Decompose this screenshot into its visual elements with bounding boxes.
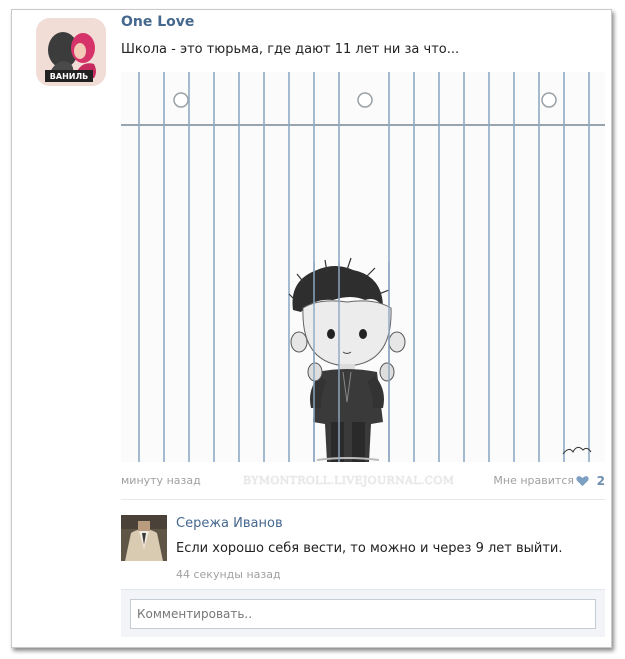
avatar-caption: ВАНИЛЬ — [50, 72, 88, 81]
post-time[interactable]: минуту назад — [121, 474, 201, 487]
comment-text: Если хорошо себя вести, то можно и через… — [176, 541, 563, 556]
like-count: 2 — [596, 474, 605, 488]
avatar-image — [121, 515, 167, 561]
post-author-name[interactable]: One Love — [121, 14, 194, 30]
comment-time[interactable]: 44 секунды назад — [176, 568, 281, 581]
heart-icon[interactable] — [576, 475, 589, 487]
author-avatar[interactable]: ВАНИЛЬ — [36, 18, 106, 86]
divider — [121, 499, 605, 500]
watermark: BYMONTROLL.LIVEJOURNAL.COM — [243, 474, 455, 487]
avatar-image: ВАНИЛЬ — [36, 18, 106, 86]
post-meta: минуту назад BYMONTROLL.LIVEJOURNAL.COM … — [121, 474, 605, 490]
like-button[interactable]: Мне нравится — [493, 474, 574, 487]
comment-form — [121, 589, 605, 637]
comment-author-name[interactable]: Сережа Иванов — [176, 516, 283, 531]
comment-input[interactable] — [130, 599, 596, 629]
post-text: Школа - это тюрьма, где дают 11 лет ни з… — [121, 42, 460, 57]
post-card: ВАНИЛЬ One Love Школа - это тюрьма, где … — [11, 9, 612, 648]
notebook-prison-drawing — [121, 72, 605, 462]
post-image[interactable] — [121, 72, 605, 462]
commenter-avatar[interactable] — [121, 515, 167, 561]
